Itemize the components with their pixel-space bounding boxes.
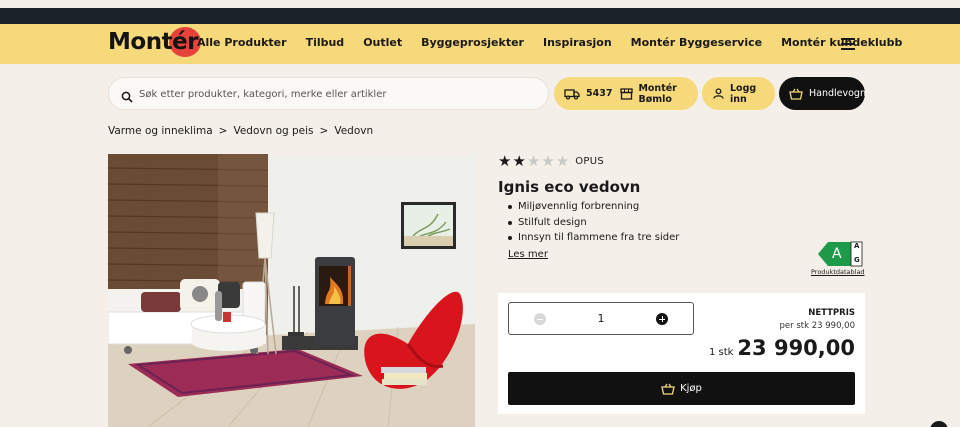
browser-top-strip <box>0 0 960 8</box>
cart-button[interactable]: Handlevogn <box>779 77 866 110</box>
price-row: 1 stk 23 990,00 <box>709 336 855 360</box>
breadcrumb-item[interactable]: Vedovn <box>334 125 373 137</box>
cart-label: Handlevogn <box>809 88 866 99</box>
buy-box: 1 NETTPRIS per stk 23 990,00 1 stk 23 99… <box>498 293 865 414</box>
read-more-link[interactable]: Les mer <box>508 249 548 260</box>
user-icon <box>713 88 724 99</box>
star-filled-icon: ★ <box>512 152 526 170</box>
chat-widget-icon[interactable] <box>930 421 948 427</box>
search-bar[interactable] <box>108 77 549 110</box>
breadcrumb-separator: > <box>319 125 329 137</box>
energy-label[interactable]: A A G <box>818 240 864 268</box>
buy-label: Kjøp <box>680 383 702 394</box>
nav-link-inspirasjon[interactable]: Inspirasjon <box>543 36 612 49</box>
basket-icon <box>661 383 675 395</box>
hamburger-icon[interactable] <box>841 38 855 50</box>
top-bar <box>0 8 960 24</box>
feature-item: Innsyn til flammene fra tre sider <box>506 230 679 246</box>
postcode-label: 5437 <box>586 88 613 99</box>
breadcrumb: Varme og inneklima > Vedovn og peis > Ve… <box>108 125 373 137</box>
star-filled-icon: ★ <box>498 152 512 170</box>
feature-list: Miljøvennlig forbrenning Stilfult design… <box>506 199 679 246</box>
quantity-stepper: 1 <box>508 302 694 335</box>
plus-icon[interactable] <box>656 313 668 325</box>
logo[interactable]: Montér <box>108 27 202 57</box>
nav-link-outlet[interactable]: Outlet <box>363 36 402 49</box>
search-input[interactable] <box>139 85 539 103</box>
feature-item: Stilfult design <box>506 215 679 231</box>
star-empty-icon: ★ <box>526 152 541 170</box>
nav-link-byggeservice[interactable]: Montér Byggeservice <box>631 36 762 49</box>
nav-links: Alle Produkter Tilbud Outlet Byggeprosje… <box>197 36 902 49</box>
nav-link-byggeprosjekter[interactable]: Byggeprosjekter <box>421 36 524 49</box>
basket-icon <box>789 88 803 100</box>
energy-scale-top: A <box>854 242 860 250</box>
star-empty-icon: ★ <box>541 152 555 170</box>
feature-item: Miljøvennlig forbrenning <box>506 199 679 215</box>
logo-accent-letter: é <box>169 27 202 57</box>
product-datasheet-link[interactable]: Produktdatablad <box>811 268 865 276</box>
price-unit: 1 stk <box>708 347 734 358</box>
main-navigation: Montér Alle Produkter Tilbud Outlet Bygg… <box>0 24 960 64</box>
buy-button[interactable]: Kjøp <box>508 372 855 405</box>
logo-text-prefix: Mont <box>108 29 173 55</box>
nav-link-alle-produkter[interactable]: Alle Produkter <box>197 36 287 49</box>
nav-link-tilbud[interactable]: Tilbud <box>306 36 345 49</box>
store-selector[interactable]: 5437 Montér Bømlo <box>554 77 698 110</box>
breadcrumb-separator: > <box>218 125 228 137</box>
login-button[interactable]: Logg inn <box>702 77 775 110</box>
search-icon[interactable] <box>121 88 133 107</box>
energy-class: A <box>832 246 842 262</box>
star-empty-icon: ★ <box>555 152 570 170</box>
login-label: Logg inn <box>730 82 757 105</box>
store-name: Montér Bømlo <box>638 82 677 105</box>
product-title: Ignis eco vedovn <box>498 178 641 196</box>
energy-scale-bottom: G <box>854 256 860 264</box>
breadcrumb-item[interactable]: Varme og inneklima <box>108 125 213 137</box>
unit-price: per stk 23 990,00 <box>779 321 855 331</box>
price: 23 990,00 <box>737 336 855 360</box>
product-rating: ★ ★ ★ ★ ★ OPUS <box>498 154 604 169</box>
store-icon <box>620 87 634 100</box>
product-brand[interactable]: OPUS <box>575 156 604 167</box>
price-label: NETTPRIS <box>808 308 855 318</box>
breadcrumb-item[interactable]: Vedovn og peis <box>233 125 313 137</box>
truck-icon <box>564 88 580 100</box>
product-image[interactable] <box>108 154 475 427</box>
